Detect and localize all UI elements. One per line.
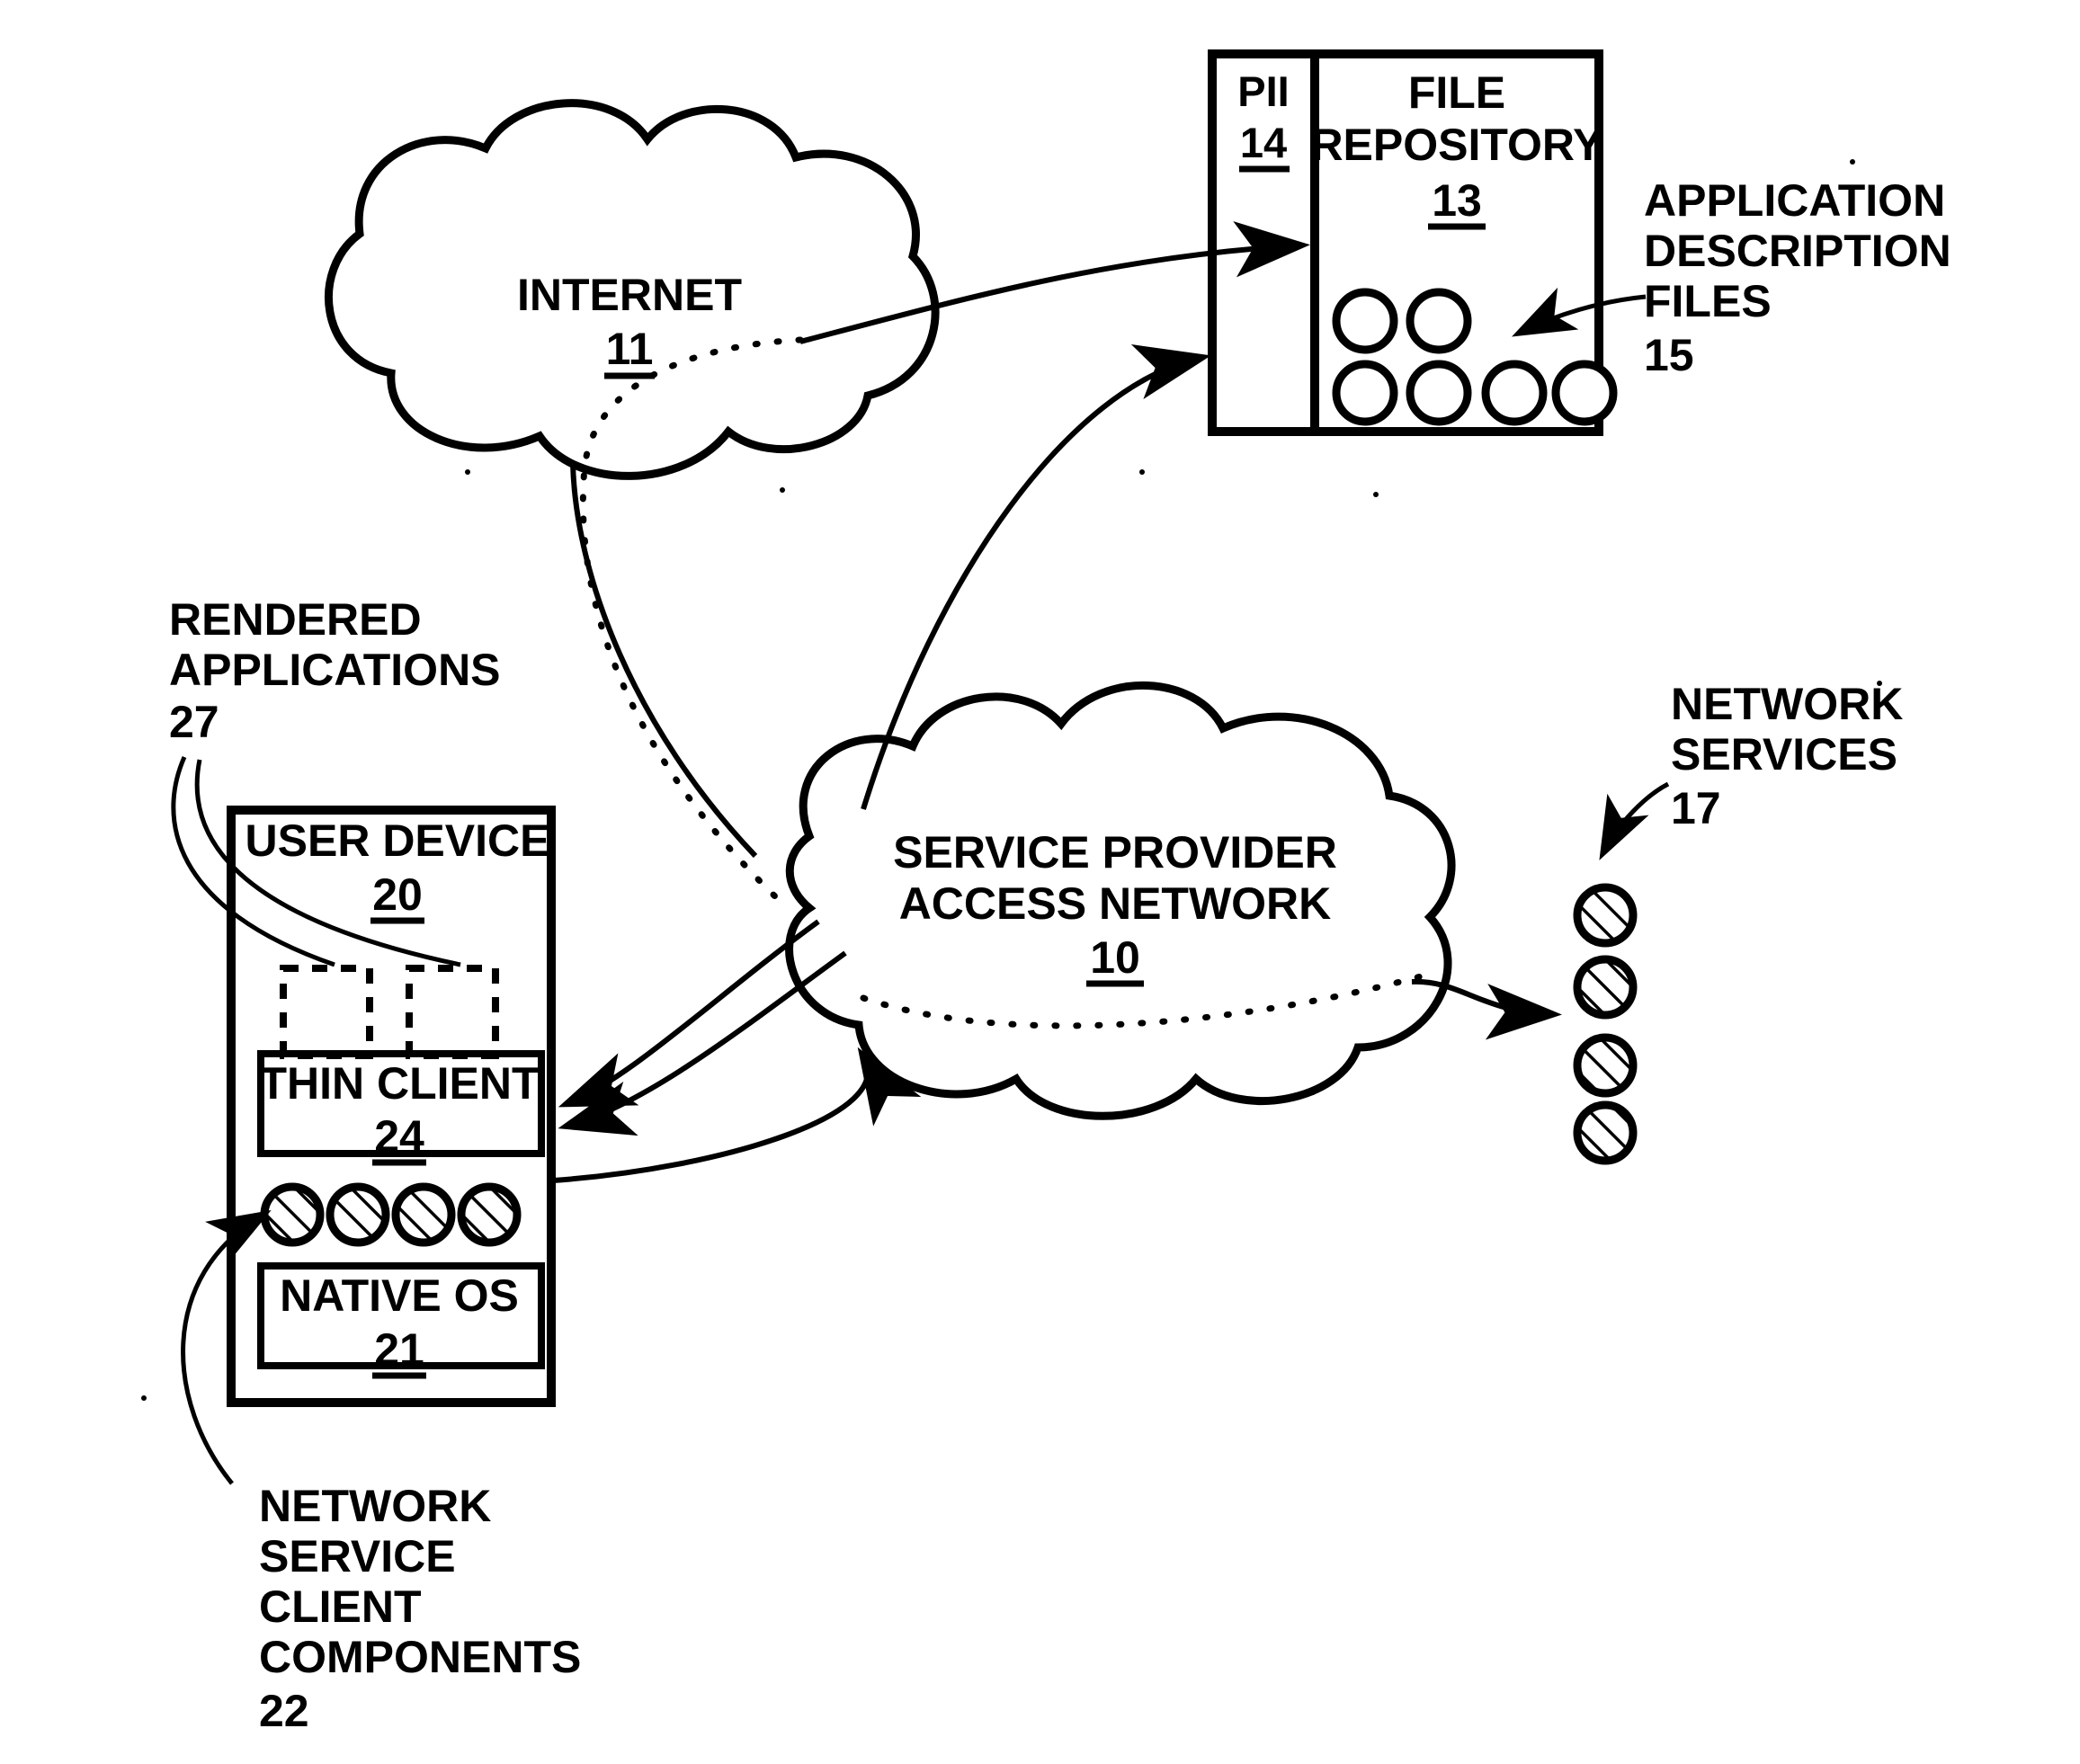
network-service-client-component-glyph [457, 1182, 522, 1247]
app-description-file-glyph [1332, 288, 1398, 354]
user-device-ref: 20 [372, 869, 423, 920]
patent-figure: INTERNET 11 PII 14 FILE REPOSITORY 13 AP… [0, 0, 2080, 1764]
app-description-file-glyph [1551, 360, 1618, 426]
file-repository-label-line1: FILE [1408, 67, 1505, 118]
connector-spnetwork-to-thin-client-a [558, 919, 820, 1108]
native-os-ref: 21 [374, 1324, 424, 1375]
rendered-application-placeholder [406, 965, 499, 1059]
network-service-client-component-glyph [326, 1182, 390, 1247]
file-repository-label-line2: REPOSITORY [1310, 120, 1602, 170]
network-service-client-component-glyph [260, 1182, 325, 1247]
rendered-applications-ref: 27 [169, 697, 219, 747]
service-provider-label-line2: ACCESS NETWORK [899, 878, 1332, 929]
pii-ref: 14 [1240, 119, 1287, 166]
application-description-files-line3: FILES [1644, 276, 1772, 326]
service-provider-ref: 10 [1090, 932, 1140, 983]
network-service-glyph [1573, 955, 1638, 1020]
connector-internet-to-repository [799, 221, 1310, 344]
network-service-glyph [1573, 1033, 1638, 1098]
scan-speck [1139, 469, 1145, 475]
network-service-client-components-line4: COMPONENTS [259, 1632, 581, 1682]
network-services-ref: 17 [1671, 783, 1721, 833]
leader-network-services [1599, 781, 1670, 860]
rendered-applications-line2: APPLICATIONS [169, 645, 501, 695]
connector-user-device-to-spnetwork [552, 1047, 922, 1183]
scan-speck [141, 1395, 147, 1401]
scan-speck [1373, 492, 1379, 497]
scan-speck [1850, 159, 1855, 165]
scan-speck [1310, 1090, 1316, 1095]
network-service-client-components-line3: CLIENT [259, 1581, 422, 1632]
thin-client-ref: 24 [374, 1111, 424, 1162]
rendered-application-placeholder [280, 965, 373, 1059]
network-service-client-components-line1: NETWORK [259, 1481, 491, 1531]
leader-network-service-client-components [181, 1209, 272, 1485]
thin-client-label: THIN CLIENT [259, 1058, 539, 1109]
leader-application-description-files [1512, 287, 1647, 337]
app-description-file-glyph [1406, 288, 1472, 354]
connector-spnetwork-to-thin-client-b [558, 950, 847, 1136]
network-service-client-components-ref: 22 [259, 1686, 309, 1736]
file-repository-ref: 13 [1432, 175, 1482, 226]
network-services-line1: NETWORK [1671, 679, 1903, 729]
network-service-glyph [1573, 1100, 1638, 1165]
network-service-glyph [1573, 883, 1638, 948]
network-service-client-component-glyph [391, 1182, 456, 1247]
connector-internet-to-spnetwork [570, 462, 758, 859]
application-description-files-line2: DESCRIPTION [1644, 226, 1951, 276]
user-device-label: USER DEVICE [245, 815, 550, 866]
network-service-client-components-line2: SERVICE [259, 1531, 456, 1581]
rendered-applications-line1: RENDERED [169, 594, 422, 645]
scan-speck [465, 469, 470, 475]
pii-label: PII [1237, 67, 1289, 115]
scan-speck [780, 487, 785, 493]
app-description-file-glyph [1481, 360, 1548, 426]
network-services-group[interactable] [1573, 883, 1638, 1165]
network-services-line2: SERVICES [1671, 729, 1897, 780]
tunnel-path-internet-to-spnetwork [579, 336, 804, 903]
native-os-label: NATIVE OS [280, 1270, 519, 1321]
application-description-files-line1: APPLICATION [1644, 175, 1945, 226]
app-description-file-glyph [1406, 360, 1472, 426]
figure-canvas: INTERNET 11 PII 14 FILE REPOSITORY 13 AP… [141, 49, 1951, 1736]
app-description-file-glyph [1332, 360, 1398, 426]
application-description-files-ref: 15 [1644, 330, 1694, 380]
internet-label: INTERNET [517, 270, 742, 320]
internet-ref: 11 [606, 324, 654, 374]
service-provider-label-line1: SERVICE PROVIDER [893, 827, 1337, 878]
